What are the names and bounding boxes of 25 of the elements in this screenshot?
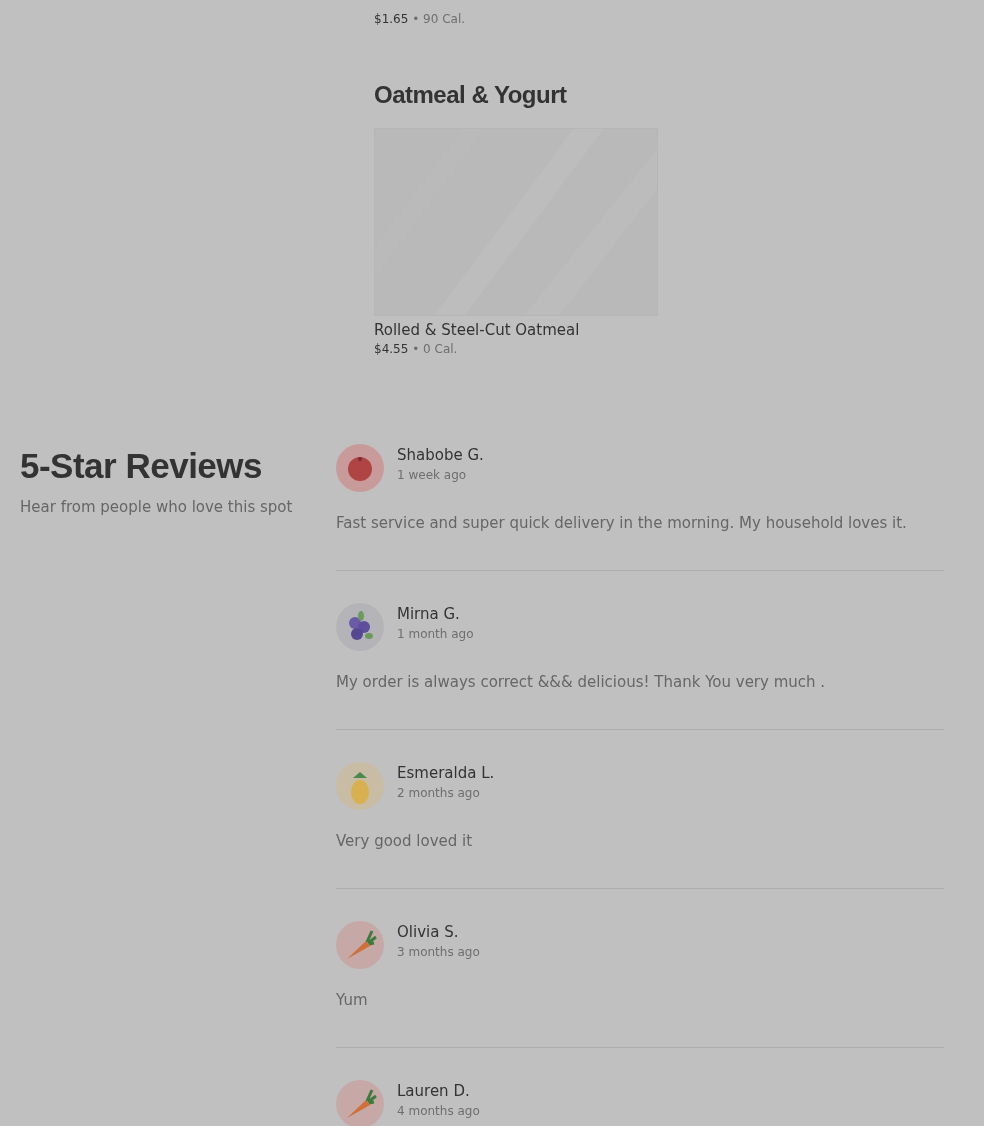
review-date: 1 month ago bbox=[397, 627, 474, 641]
reviewer-name: Esmeralda L. bbox=[397, 763, 495, 784]
review-date: 3 months ago bbox=[397, 945, 480, 959]
carrot-avatar-icon bbox=[336, 1080, 384, 1126]
reviewer-name: Mirna G. bbox=[397, 604, 461, 625]
reviewer-name: Lauren D. bbox=[397, 1081, 471, 1102]
carrot-avatar-icon bbox=[336, 921, 384, 969]
review-text: Yum bbox=[336, 990, 369, 1011]
review-text: Very good loved it bbox=[336, 831, 474, 852]
reviews-heading: 5-Star Reviews bbox=[20, 446, 264, 486]
review-date: 1 week ago bbox=[397, 468, 468, 482]
reviewer-name: Olivia S. bbox=[397, 922, 460, 943]
review-date: 2 months ago bbox=[397, 786, 481, 800]
blueberry-avatar-icon bbox=[336, 603, 384, 651]
item-price: $4.55 • 0 Cal. bbox=[374, 341, 459, 358]
item-name[interactable]: Rolled & Steel-Cut Oatmeal bbox=[374, 320, 984, 340]
pineapple-avatar-icon bbox=[336, 762, 384, 810]
review-text: My order is always correct &&& delicious! Thank You very much . bbox=[336, 672, 827, 693]
section-heading: Oatmeal & Yogurt bbox=[374, 80, 568, 110]
item-price: $1.65 • 90 Cal. bbox=[374, 11, 467, 28]
tomato-avatar-icon bbox=[336, 444, 384, 492]
reviews-subtitle: Hear from people who love this spot bbox=[20, 498, 294, 516]
review-text: Fast service and super quick delivery in the morning. My household loves it. bbox=[336, 513, 908, 534]
reviewer-name: Shabobe G. bbox=[397, 445, 484, 466]
review-date: 4 months ago bbox=[397, 1104, 480, 1118]
